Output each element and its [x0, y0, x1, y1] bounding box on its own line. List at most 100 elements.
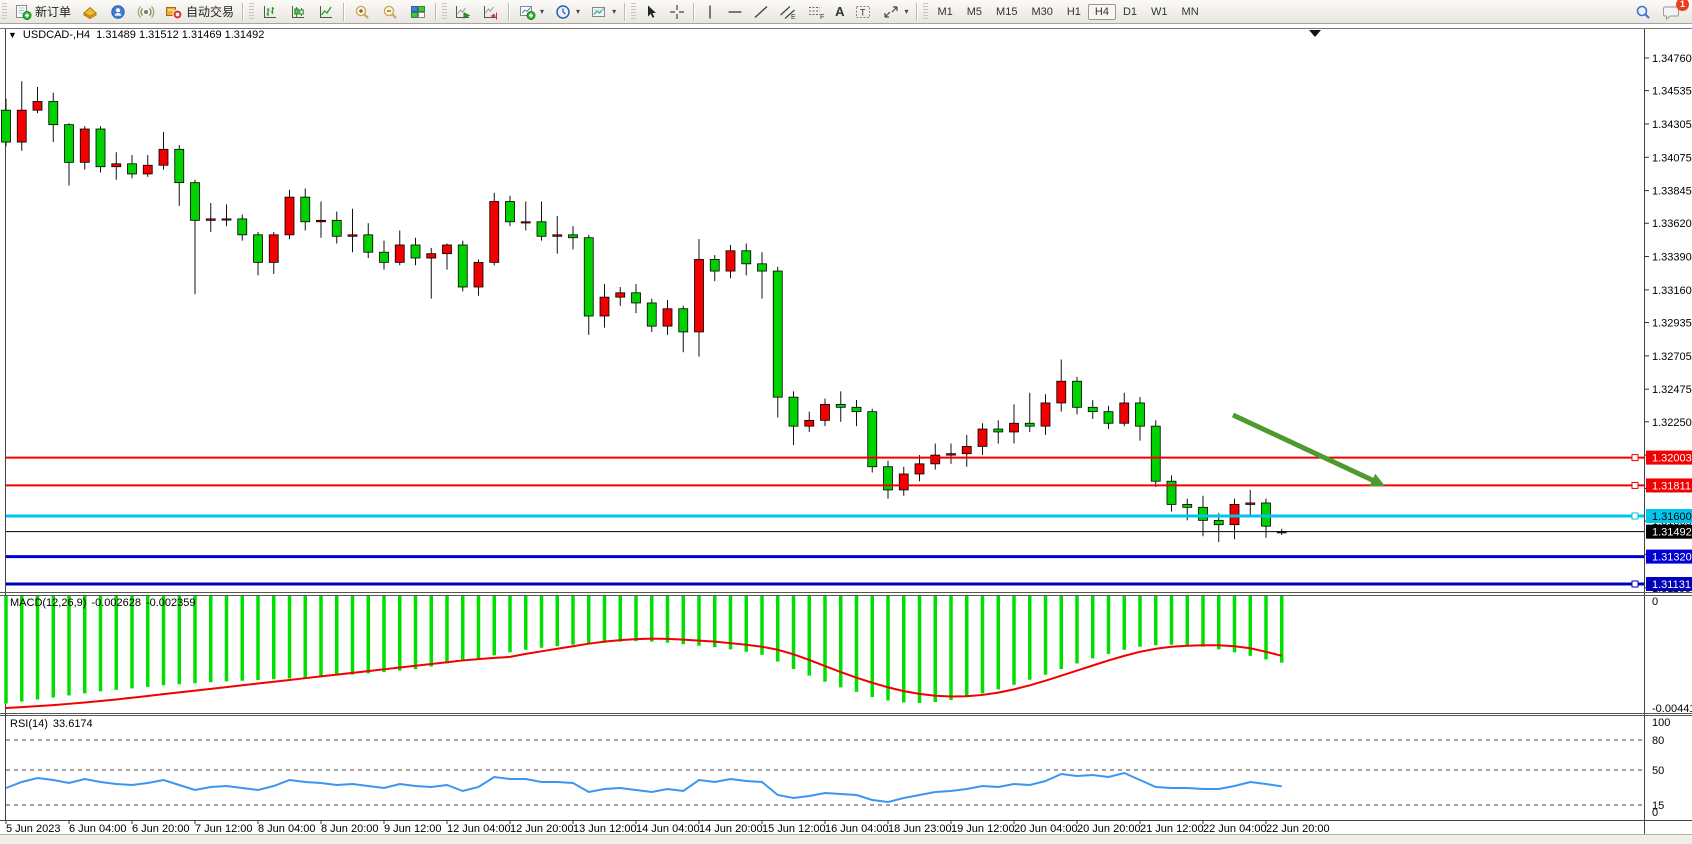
- chart-bars-button[interactable]: [256, 0, 284, 23]
- rsi-level-label: 50: [1652, 765, 1664, 777]
- candlestick: [175, 149, 184, 182]
- timeframe-w1-button[interactable]: W1: [1144, 4, 1175, 20]
- candlestick: [962, 446, 971, 453]
- timeframe-d1-button[interactable]: D1: [1116, 4, 1144, 20]
- candlestick: [773, 271, 782, 397]
- price-badge-label: 1.31131: [1652, 579, 1691, 591]
- y-axis-tick-label: 1.33390: [1652, 252, 1692, 264]
- candlestick: [1041, 403, 1050, 426]
- candlestick: [695, 259, 704, 331]
- mt4-window: 新订单: [0, 0, 1692, 844]
- autotrading-button[interactable]: 自动交易: [160, 0, 239, 23]
- zoom-in-button[interactable]: [348, 0, 376, 23]
- candlestick: [1199, 507, 1208, 520]
- vertical-line-button[interactable]: [698, 0, 722, 23]
- candlestick: [65, 125, 74, 163]
- chart-background: [0, 24, 1692, 834]
- candlestick: [742, 251, 751, 264]
- candlestick: [411, 245, 420, 258]
- hline-handle[interactable]: [1632, 455, 1638, 461]
- x-axis-label: 20 Jun 04:00: [1014, 823, 1078, 835]
- hline-handle[interactable]: [1632, 581, 1638, 587]
- candlestick: [632, 293, 641, 303]
- new-order-button[interactable]: 新订单: [9, 0, 76, 23]
- hline-handle[interactable]: [1632, 513, 1638, 519]
- candlestick: [96, 129, 105, 167]
- autotrading-label: 自动交易: [186, 3, 234, 20]
- chart-shift-button[interactable]: [477, 0, 505, 23]
- x-axis-label: 8 Jun 20:00: [321, 823, 379, 835]
- chart-canvas[interactable]: 1.347601.345351.343051.340751.338451.336…: [0, 0, 1692, 844]
- horizontal-line-button[interactable]: [722, 0, 748, 23]
- arrows-icon: [882, 4, 900, 20]
- open-account-button[interactable]: [76, 0, 104, 23]
- candlestick: [364, 235, 373, 252]
- chart-line-button[interactable]: [312, 0, 340, 23]
- y-axis-tick-label: 1.32475: [1652, 384, 1692, 396]
- channel-letter: E: [791, 14, 796, 20]
- templates-button[interactable]: ▾: [585, 0, 621, 23]
- indicators-button[interactable]: ▾: [513, 0, 549, 23]
- tile-windows-button[interactable]: [404, 0, 432, 23]
- zoom-in-icon: [353, 4, 371, 20]
- signals-button[interactable]: [132, 0, 160, 23]
- arrows-button[interactable]: ▾: [877, 0, 913, 23]
- candlestick: [884, 467, 893, 490]
- x-axis-label: 22 Jun 04:00: [1203, 823, 1267, 835]
- macd-value: -0.002628: [91, 597, 141, 609]
- candlestick: [569, 235, 578, 238]
- timeframe-h4-button[interactable]: H4: [1088, 4, 1116, 20]
- y-axis-tick-label: 1.33620: [1652, 218, 1692, 230]
- y-axis-tick-label: 1.34535: [1652, 86, 1692, 98]
- zoom-out-button[interactable]: [376, 0, 404, 23]
- trendline-button[interactable]: [748, 0, 774, 23]
- candlestick: [994, 429, 1003, 432]
- fibonacci-button[interactable]: F: [802, 0, 830, 23]
- timeframe-m15-button[interactable]: M15: [989, 4, 1024, 20]
- search-button[interactable]: [1629, 0, 1657, 23]
- candlestick: [128, 164, 137, 174]
- zoom-out-icon: [381, 4, 399, 20]
- timeframe-m30-button[interactable]: M30: [1024, 4, 1059, 20]
- timeframe-mn-button[interactable]: MN: [1175, 4, 1206, 20]
- candlestick: [789, 397, 798, 426]
- channel-icon: E: [779, 4, 797, 20]
- rsi-name: RSI(14): [10, 718, 48, 730]
- candlestick: [474, 262, 483, 287]
- chart-candles-button[interactable]: [284, 0, 312, 23]
- cursor-button[interactable]: [638, 0, 664, 23]
- candlestick: [490, 201, 499, 262]
- autoscroll-button[interactable]: [449, 0, 477, 23]
- candlestick: [143, 165, 152, 174]
- candlestick: [1183, 504, 1192, 507]
- text-label-button[interactable]: T: [849, 0, 877, 23]
- toolbar-grip[interactable]: [2, 3, 7, 21]
- trendline-icon: [753, 4, 769, 20]
- x-axis-label: 22 Jun 20:00: [1266, 823, 1330, 835]
- timeframe-m5-button[interactable]: M5: [960, 4, 989, 20]
- candlestick: [710, 259, 719, 271]
- timeframe-m1-button[interactable]: M1: [930, 4, 959, 20]
- bar-chart-icon: [261, 4, 279, 20]
- candlestick: [159, 149, 168, 165]
- rsi-indicator-label: RSI(14)33.6174: [10, 718, 98, 730]
- x-axis-label: 6 Jun 04:00: [69, 823, 127, 835]
- candlestick: [978, 429, 987, 446]
- notifications-button[interactable]: 1: [1657, 0, 1686, 23]
- macd-name: MACD(12,26,9): [10, 597, 86, 609]
- periods-button[interactable]: ▾: [549, 0, 585, 23]
- timeframe-h1-button[interactable]: H1: [1060, 4, 1088, 20]
- candlestick: [931, 455, 940, 464]
- candlestick: [348, 235, 357, 236]
- candlestick: [238, 219, 247, 235]
- symbol-dropdown-marker[interactable]: ▼: [8, 30, 17, 40]
- timeframe-group: M1M5M15M30H1H4D1W1MN: [930, 4, 1205, 20]
- equidistant-channel-button[interactable]: E: [774, 0, 802, 23]
- candlestick: [33, 101, 42, 110]
- chart-title-ohlc: 1.31489 1.31512 1.31469 1.31492: [96, 29, 264, 41]
- candlestick: [191, 183, 200, 221]
- crosshair-button[interactable]: [664, 0, 690, 23]
- text-button[interactable]: A: [830, 0, 849, 23]
- hline-handle[interactable]: [1632, 482, 1638, 488]
- community-button[interactable]: [104, 0, 132, 23]
